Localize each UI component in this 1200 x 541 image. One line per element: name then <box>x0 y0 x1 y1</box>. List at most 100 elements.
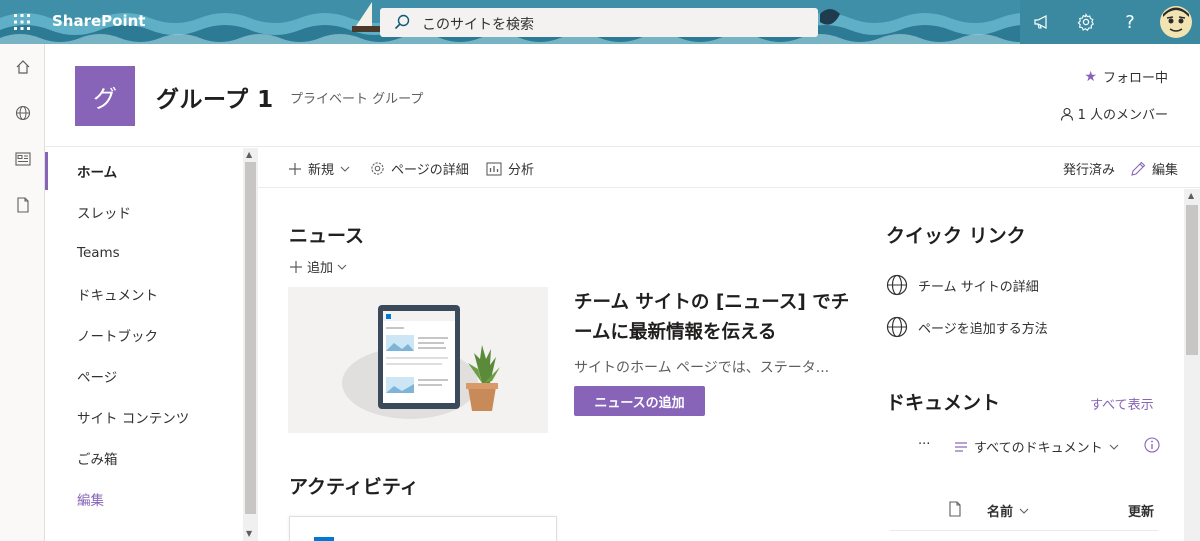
settings-button[interactable] <box>1064 0 1108 44</box>
gear-icon <box>1077 13 1095 31</box>
waffle-icon <box>14 14 30 30</box>
new-label: 新規 <box>308 163 335 178</box>
list-view-icon <box>955 441 967 452</box>
see-all-link[interactable]: すべて表示 <box>1090 394 1154 413</box>
nav-item-threads[interactable]: スレッド <box>45 191 245 232</box>
globe-icon <box>15 105 30 121</box>
news-icon <box>14 152 31 166</box>
site-title[interactable]: グループ 1 <box>156 80 274 114</box>
quicklink-item[interactable]: ページを追加する方法 <box>886 316 1048 338</box>
view-switcher-button[interactable]: すべてのドキュメント <box>954 437 1119 456</box>
news-add-label: 追加 <box>307 261 334 276</box>
account-manager-button[interactable] <box>1152 0 1200 44</box>
home-icon <box>16 60 29 74</box>
nav-item-teams[interactable]: Teams <box>45 232 245 273</box>
name-column-header[interactable]: 名前 <box>987 501 1029 520</box>
site-logo-letter: グ <box>93 84 117 113</box>
more-actions-button[interactable]: ··· <box>918 437 930 452</box>
documents-section-title[interactable]: ドキュメント <box>886 388 1000 415</box>
scroll-up-arrow-icon[interactable]: ▲ <box>246 150 252 159</box>
search-input[interactable]: このサイトを検索 <box>422 14 534 34</box>
help-icon: ? <box>1125 11 1135 33</box>
modified-column-label: 更新 <box>1128 505 1155 520</box>
page-details-label: ページの詳細 <box>391 163 469 178</box>
new-button[interactable]: 新規 <box>288 159 350 178</box>
name-column-label: 名前 <box>987 505 1014 520</box>
rail-news-button[interactable] <box>0 136 45 182</box>
announcement-button[interactable] <box>1020 0 1064 44</box>
nav-item-pages[interactable]: ページ <box>45 355 245 396</box>
documents-header-divider <box>890 530 1158 531</box>
rail-files-button[interactable] <box>0 182 45 228</box>
follow-label: フォロー中 <box>1102 71 1168 86</box>
app-launcher-button[interactable] <box>0 0 44 44</box>
site-logo[interactable]: グ <box>75 66 135 126</box>
quicklinks-section-title: クイック リンク <box>886 225 1026 247</box>
file-type-column-header[interactable] <box>948 501 962 517</box>
tablet-plant-illustration <box>288 287 548 433</box>
news-headline[interactable]: チーム サイトの [ニュース] でチームに最新情報を伝える <box>574 288 856 348</box>
chevron-down-icon <box>1109 444 1118 450</box>
edit-label: 編集 <box>1152 163 1179 178</box>
activity-section-title: アクティビティ <box>289 476 419 498</box>
follow-button[interactable]: ★ フォロー中 <box>1084 67 1168 87</box>
suite-bar: SharePoint このサイトを検索 ? <box>0 0 1200 44</box>
activity-card-thumbnail <box>314 537 334 541</box>
nav-item-site-contents[interactable]: サイト コンテンツ <box>45 396 245 437</box>
nav-item-recycle-bin[interactable]: ごみ箱 <box>45 437 245 478</box>
add-news-button[interactable]: ニュースの追加 <box>574 386 705 416</box>
globe-icon <box>886 274 908 296</box>
app-bar <box>0 44 45 541</box>
chevron-down-icon <box>1019 508 1029 514</box>
activity-card[interactable] <box>289 516 557 541</box>
modified-column-header[interactable]: 更新 <box>1128 501 1154 520</box>
sharepoint-brand-link[interactable]: SharePoint <box>52 12 145 30</box>
suite-bar-right: ? <box>1020 0 1200 44</box>
members-button[interactable]: 1 人のメンバー <box>1060 104 1168 123</box>
header-divider <box>45 146 1200 147</box>
nav-scrollbar-thumb[interactable] <box>245 162 256 514</box>
megaphone-icon <box>1034 15 1047 29</box>
person-icon <box>1060 107 1073 121</box>
rail-sites-button[interactable] <box>0 90 45 136</box>
rail-home-button[interactable] <box>0 44 45 90</box>
news-add-button[interactable]: 追加 <box>289 257 347 276</box>
file-icon <box>949 501 961 517</box>
nav-item-notebook[interactable]: ノートブック <box>45 314 245 355</box>
help-button[interactable]: ? <box>1108 0 1152 44</box>
site-navigation: ホーム スレッド Teams ドキュメント ノートブック ページ サイト コンテ… <box>45 148 245 541</box>
more-icon: ··· <box>918 437 931 452</box>
main-scrollbar-thumb[interactable] <box>1186 205 1198 355</box>
nav-edit-link[interactable]: 編集 <box>45 478 245 519</box>
main-scrollbar[interactable]: ▲ <box>1184 189 1200 541</box>
plus-icon <box>288 162 302 176</box>
edit-page-button[interactable]: 編集 <box>1130 159 1178 178</box>
quicklink-item[interactable]: チーム サイトの詳細 <box>886 274 1039 296</box>
search-icon <box>394 14 410 30</box>
nav-scrollbar[interactable]: ▲ ▼ <box>243 148 258 541</box>
analytics-label: 分析 <box>508 163 535 178</box>
analytics-icon <box>486 161 502 176</box>
gear-icon <box>370 161 385 176</box>
page-details-button[interactable]: ページの詳細 <box>370 159 469 178</box>
pencil-icon <box>1130 161 1146 177</box>
info-button[interactable] <box>1144 437 1160 453</box>
news-illustration[interactable] <box>288 287 548 433</box>
chevron-down-icon <box>337 264 347 270</box>
quicklink-label: チーム サイトの詳細 <box>918 279 1039 295</box>
analytics-button[interactable]: 分析 <box>486 159 534 178</box>
members-label: 1 人のメンバー <box>1077 108 1168 123</box>
scroll-up-arrow-icon[interactable]: ▲ <box>1188 191 1194 200</box>
scroll-down-arrow-icon[interactable]: ▼ <box>246 529 252 538</box>
command-bar: 新規 ページの詳細 分析 発行済み 編集 <box>258 148 1200 188</box>
nav-item-home[interactable]: ホーム <box>45 150 245 191</box>
published-label: 発行済み <box>1063 163 1116 178</box>
user-avatar <box>1160 6 1192 38</box>
page-icon <box>16 197 29 213</box>
star-filled-icon: ★ <box>1084 68 1097 85</box>
globe-icon <box>886 316 908 338</box>
nav-item-documents[interactable]: ドキュメント <box>45 273 245 314</box>
plus-icon <box>290 260 302 273</box>
news-section-title[interactable]: ニュース <box>289 221 364 248</box>
search-box[interactable]: このサイトを検索 <box>380 8 818 37</box>
